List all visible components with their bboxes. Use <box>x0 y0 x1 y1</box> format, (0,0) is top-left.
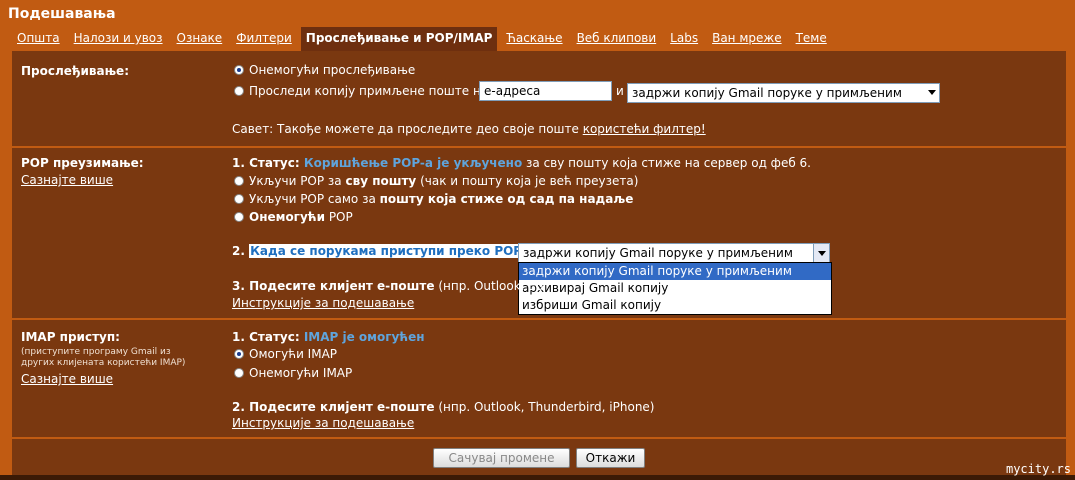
radio-icon[interactable] <box>234 368 244 378</box>
imap-enable-option[interactable]: Омогући IMAP <box>234 347 337 361</box>
imap-enable-label: Омогући IMAP <box>249 347 338 361</box>
client-setup-examples: (нпр. Outlook, Eu <box>434 279 544 293</box>
dropdown-option-delete[interactable]: избриши Gmail копију <box>519 297 831 314</box>
forwarding-disable-label: Онемогући прослеђивање <box>249 63 416 77</box>
tab-offline[interactable]: Ван мреже <box>707 27 787 51</box>
save-button[interactable]: Сачувај промене <box>433 448 570 468</box>
pop-status-prefix: 1. Статус: <box>232 156 304 170</box>
pop-instructions-link[interactable]: Инструкције за подешавање <box>232 296 414 310</box>
step-number: 2. <box>232 244 250 258</box>
dropdown-option-archive[interactable]: архивирај Gmail копију <box>519 280 831 297</box>
forward-email-input[interactable]: е-адреса <box>479 81 612 101</box>
settings-window: Подешавања Општа Налози и увоз Ознаке Фи… <box>0 0 1075 480</box>
option-text: (чак и пошту која је већ преузета) <box>416 174 639 188</box>
option-bold-text: сву пошту <box>345 174 417 188</box>
pop-action-value: задржи копију Gmail поруке у примљеним <box>523 246 793 260</box>
pop-action-select[interactable]: задржи копију Gmail поруке у примљеним <box>518 243 830 263</box>
tip-text: Савет: Такође можете да проследите део с… <box>232 122 583 136</box>
client-setup-examples: (нпр. Outlook, Thunderbird, iPhone) <box>434 400 655 414</box>
radio-icon[interactable] <box>234 349 244 359</box>
imap-status-prefix: 1. Статус: <box>232 330 304 344</box>
radio-icon[interactable] <box>234 86 244 96</box>
pop-when-label: Када се порукама приступи преко POP-а <box>249 244 536 258</box>
page-title: Подешавања <box>8 6 116 22</box>
pop-learn-more-link[interactable]: Сазнајте више <box>21 173 113 187</box>
radio-icon[interactable] <box>234 176 244 186</box>
tab-web-clips[interactable]: Веб клипови <box>572 27 662 51</box>
dropdown-option-keep[interactable]: задржи копију Gmail поруке у примљеним <box>519 263 831 280</box>
tab-filters[interactable]: Филтери <box>231 27 297 51</box>
chevron-down-icon[interactable] <box>813 244 829 262</box>
option-text: Укључи POP само за <box>249 192 380 206</box>
tab-labels[interactable]: Ознаке <box>172 27 228 51</box>
forward-action-value: задржи копију Gmail поруке у примљеним <box>632 86 902 100</box>
option-text: POP <box>325 210 353 224</box>
divider <box>12 318 1066 320</box>
forwarding-label: Прослеђивање: <box>21 64 129 78</box>
pop-all-mail-option[interactable]: Укључи POP за сву пошту (чак и пошту кој… <box>234 174 638 188</box>
client-setup-title: 3. Подесите клијент е-поште <box>232 279 435 293</box>
radio-icon[interactable] <box>234 65 244 75</box>
option-bold-text: пошту која стиже од сад па надаље <box>379 192 634 206</box>
forwarding-forward-option[interactable]: Проследи копију примљене поште на <box>234 84 488 98</box>
tab-accounts-import[interactable]: Налози и увоз <box>69 27 168 51</box>
filter-link[interactable]: користећи филтер! <box>583 122 706 136</box>
tab-labs[interactable]: Labs <box>665 27 703 51</box>
divider <box>12 146 1066 148</box>
imap-learn-more-link[interactable]: Сазнајте више <box>21 372 113 386</box>
imap-status: 1. Статус: IMAP је омогућен <box>232 330 425 344</box>
tab-bar: Општа Налози и увоз Ознаке Филтери Просл… <box>12 27 836 51</box>
imap-sub-description: (приступите програму Gmail из других кли… <box>21 347 186 368</box>
imap-disable-option[interactable]: Онемогући IMAP <box>234 366 352 380</box>
pop-action-dropdown: задржи копију Gmail поруке у примљеним а… <box>518 262 832 315</box>
pop-when-accessed: 2. Када се порукама приступи преко POP-а <box>232 244 536 258</box>
imap-label: IMAP приступ: <box>21 330 120 344</box>
option-text: Укључи POP за <box>249 174 346 188</box>
tab-general[interactable]: Општа <box>12 27 65 51</box>
forwarding-tip: Савет: Такође можете да проследите део с… <box>232 122 706 136</box>
pop-new-mail-option[interactable]: Укључи POP само за пошту која стиже од с… <box>234 192 633 206</box>
forwarding-forward-label: Проследи копију примљене поште на <box>249 84 489 98</box>
pop-status-value: Коришћење POP-а је укључено <box>303 156 523 170</box>
watermark: mycity.rs <box>1005 462 1071 476</box>
client-setup-title: 2. Подесите клијент е-поште <box>232 400 435 414</box>
forwarding-disable-option[interactable]: Онемогући прослеђивање <box>234 63 415 77</box>
pop-client-setup: 3. Подесите клијент е-поште (нпр. Outloo… <box>232 279 544 293</box>
chevron-down-icon <box>928 90 936 95</box>
imap-disable-label: Онемогући IMAP <box>249 366 353 380</box>
tab-chat[interactable]: Ћаскање <box>501 27 567 51</box>
option-bold-text: Онемогући <box>249 210 325 224</box>
and-label: и <box>616 84 624 98</box>
radio-icon[interactable] <box>234 194 244 204</box>
imap-status-value: IMAP је омогућен <box>303 330 425 344</box>
pop-label: POP преузимање: <box>21 156 144 170</box>
pop-disable-option[interactable]: Онемогући POP <box>234 210 353 224</box>
settings-panel: Прослеђивање: Онемогући прослеђивање Про… <box>12 51 1066 475</box>
cancel-button[interactable]: Откажи <box>576 448 645 468</box>
imap-instructions-link[interactable]: Инструкције за подешавање <box>232 416 414 430</box>
tab-themes[interactable]: Теме <box>791 27 832 51</box>
pop-status: 1. Статус: Коришћење POP-а је укључено з… <box>232 156 811 170</box>
tab-forwarding-pop-imap[interactable]: Прослеђивање и POP/IMAP <box>300 27 498 51</box>
forward-action-select[interactable]: задржи копију Gmail поруке у примљеним <box>627 83 940 103</box>
divider <box>12 437 1066 439</box>
imap-client-setup: 2. Подесите клијент е-поште (нпр. Outloo… <box>232 400 655 414</box>
radio-icon[interactable] <box>234 212 244 222</box>
bottom-strip <box>0 475 1075 480</box>
pop-status-suffix: за сву пошту која стиже на сервер од феб… <box>522 156 811 170</box>
